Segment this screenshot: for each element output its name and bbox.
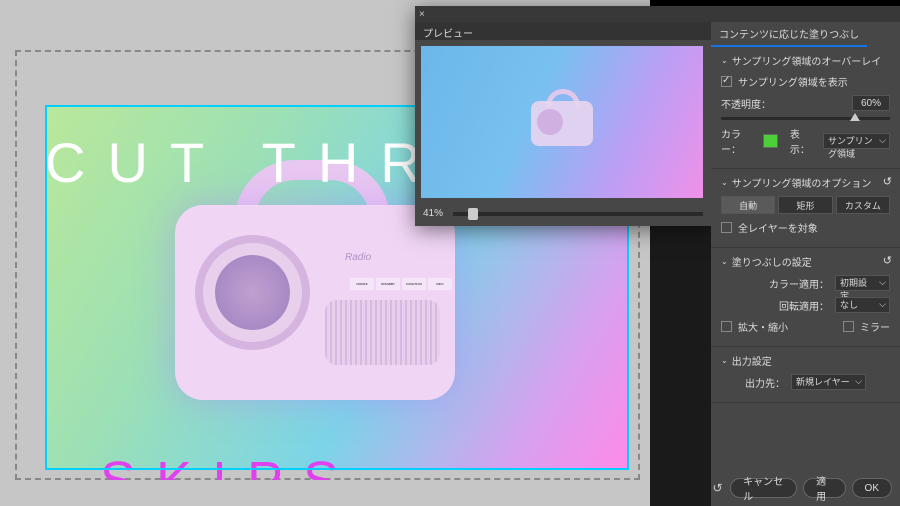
reset-icon[interactable]: ↺: [883, 175, 892, 188]
panel-tab[interactable]: コンテンツに応じた塗りつぶし: [711, 22, 867, 47]
section-title: 塗りつぶしの設定: [732, 254, 812, 269]
mode-rectangular-button[interactable]: 矩形: [778, 196, 832, 214]
indicates-label: 表示：: [790, 126, 817, 156]
chevron-down-icon[interactable]: ⌄: [721, 356, 728, 365]
color-adapt-select[interactable]: 初期設定: [835, 275, 890, 291]
output-to-label: 出力先：: [745, 375, 785, 390]
chevron-down-icon[interactable]: ⌄: [721, 257, 728, 266]
cancel-button[interactable]: キャンセル: [730, 478, 797, 498]
rotation-label: 回転適用：: [779, 298, 829, 313]
section-title: サンプリング領域のオプション: [732, 175, 872, 190]
color-label: カラー：: [721, 126, 757, 156]
indicates-select[interactable]: サンプリング領域: [823, 133, 890, 149]
preview-panel[interactable]: × プレビュー 41%: [415, 6, 711, 226]
chevron-down-icon[interactable]: ⌄: [721, 178, 728, 187]
all-layers-checkbox[interactable]: [721, 222, 732, 233]
panel-header[interactable]: [711, 6, 900, 22]
mode-auto-button[interactable]: 自動: [721, 196, 775, 214]
show-sampling-label: サンプリング領域を表示: [738, 74, 848, 89]
zoom-value[interactable]: 41%: [423, 208, 443, 219]
zoom-row: 41%: [415, 204, 711, 223]
show-sampling-checkbox[interactable]: [721, 76, 732, 87]
preview-radio-dial: [537, 109, 563, 135]
section-sampling-options: ↺ ⌄ サンプリング領域のオプション 自動 矩形 カスタム 全レイヤーを対象: [711, 169, 900, 248]
scale-label: 拡大・縮小: [738, 319, 788, 334]
zoom-slider-thumb[interactable]: [468, 208, 478, 220]
section-title: 出力設定: [732, 353, 772, 368]
ok-button[interactable]: OK: [852, 478, 892, 498]
slider-thumb[interactable]: [850, 113, 860, 121]
reset-icon[interactable]: ↺: [711, 480, 724, 496]
mirror-checkbox[interactable]: [843, 321, 854, 332]
section-fill-settings: ↺ ⌄ 塗りつぶしの設定 カラー適用： 初期設定 回転適用： なし 拡大・縮小 ミ…: [711, 248, 900, 347]
close-icon[interactable]: ×: [419, 9, 429, 19]
section-title: サンプリング領域のオーバーレイ: [732, 53, 882, 68]
reset-icon[interactable]: ↺: [883, 254, 892, 267]
section-sampling-overlay: ⌄サンプリング領域のオーバーレイ サンプリング領域を表示 不透明度： カラー： …: [711, 47, 900, 169]
mode-custom-button[interactable]: カスタム: [836, 196, 890, 214]
color-adapt-label: カラー適用：: [769, 276, 829, 291]
section-output: ⌄ 出力設定 出力先： 新規レイヤー: [711, 347, 900, 403]
all-layers-label: 全レイヤーを対象: [738, 220, 818, 235]
opacity-slider[interactable]: [721, 117, 890, 120]
opacity-label: 不透明度：: [721, 96, 771, 111]
content-aware-fill-panel: コンテンツに応じた塗りつぶし ⌄ サンプリング領域のオーバーレイ サンプリング領域…: [711, 6, 900, 506]
preview-image: [421, 46, 703, 198]
opacity-input[interactable]: [852, 95, 890, 111]
panel-footer: ↺ キャンセル 適用 OK: [711, 478, 892, 498]
overlay-color-swatch[interactable]: [763, 134, 778, 148]
chevron-down-icon[interactable]: ⌄: [721, 56, 728, 65]
scale-checkbox[interactable]: [721, 321, 732, 332]
preview-header[interactable]: ×: [415, 6, 711, 22]
rotation-select[interactable]: なし: [835, 297, 890, 313]
output-to-select[interactable]: 新規レイヤー: [791, 374, 866, 390]
apply-button[interactable]: 適用: [803, 478, 845, 498]
mirror-label: ミラー: [860, 319, 890, 334]
preview-title: プレビュー: [415, 22, 711, 40]
zoom-slider[interactable]: [453, 212, 703, 216]
